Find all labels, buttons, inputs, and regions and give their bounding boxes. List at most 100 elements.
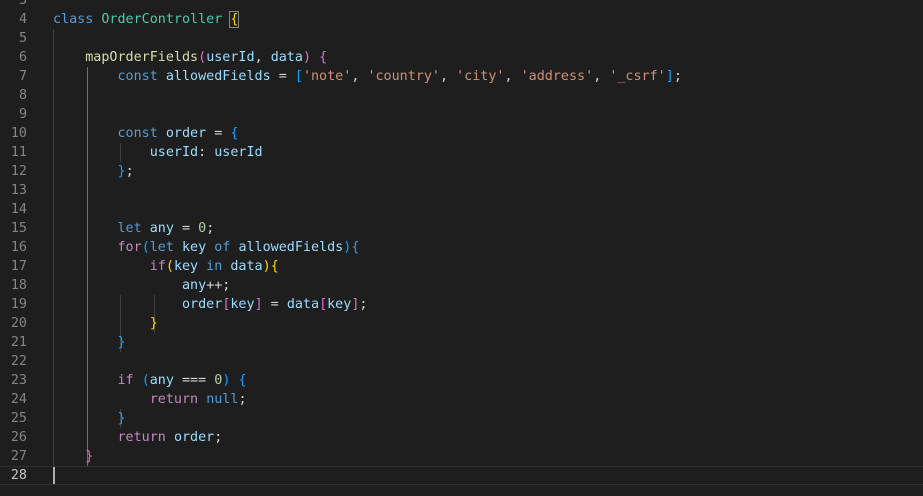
code-token: class <box>53 11 102 27</box>
code-token: any <box>149 372 174 388</box>
code-token: mapOrderFields <box>85 49 199 65</box>
code-token: userId <box>214 144 263 160</box>
code-token: '_csrf' <box>609 68 666 84</box>
code-line[interactable]: 4 class OrderController { <box>0 10 923 29</box>
code-token: = <box>262 296 287 312</box>
code-token: } <box>85 448 94 464</box>
code-token: : <box>198 144 215 160</box>
code-line[interactable]: 3 <box>0 0 923 10</box>
code-token: userId <box>206 49 255 65</box>
line-number: 24 <box>10 391 27 407</box>
code-line[interactable]: 12 }; <box>0 162 923 181</box>
code-token: { <box>230 125 239 141</box>
code-line[interactable]: 10 const order = { <box>0 124 923 143</box>
line-number: 21 <box>10 334 27 350</box>
line-number: 8 <box>18 87 27 103</box>
code-line[interactable]: 14 <box>0 200 923 219</box>
code-line[interactable]: 24 return null; <box>0 390 923 409</box>
line-number: 19 <box>10 296 27 312</box>
code-token: allowedFields <box>165 68 271 84</box>
line-code: mapOrderFields(userId, data) { <box>53 48 327 67</box>
code-token: let <box>117 220 150 236</box>
code-line[interactable]: 6 mapOrderFields(userId, data) { <box>0 48 923 67</box>
code-line[interactable]: 26 return order; <box>0 428 923 447</box>
code-line[interactable]: 20 } <box>0 314 923 333</box>
code-line[interactable]: 19 order[key] = data[key]; <box>0 295 923 314</box>
code-token: [ <box>319 296 328 312</box>
code-line[interactable]: 18 any++; <box>0 276 923 295</box>
line-code: if (any === 0) { <box>53 371 247 390</box>
code-token: data <box>286 296 320 312</box>
code-line[interactable]: 25 } <box>0 409 923 428</box>
line-number: 16 <box>10 239 27 255</box>
code-token: data <box>270 49 303 65</box>
code-token: , <box>254 49 271 65</box>
code-token: userId <box>149 144 199 160</box>
code-token: 'address' <box>520 68 594 84</box>
code-line[interactable]: 7 const allowedFields = ['note', 'countr… <box>0 67 923 86</box>
code-token: key <box>327 296 352 312</box>
code-line[interactable]: 15 let any = 0; <box>0 219 923 238</box>
code-line[interactable]: 17 if(key in data){ <box>0 257 923 276</box>
code-token: key <box>182 239 207 255</box>
code-token: , <box>504 68 521 84</box>
line-number: 23 <box>10 372 27 388</box>
code-token: allowedFields <box>238 239 344 255</box>
code-token: } <box>149 315 158 331</box>
code-line[interactable]: 13 <box>0 181 923 200</box>
code-line[interactable]: 9 <box>0 105 923 124</box>
code-token: ] <box>665 68 674 84</box>
code-line[interactable]: 11 userId: userId <box>0 143 923 162</box>
code-token: { <box>238 372 247 388</box>
code-token: = <box>206 125 231 141</box>
code-line[interactable]: 22 <box>0 352 923 371</box>
line-code: class OrderController { <box>53 10 240 29</box>
code-line[interactable]: 21 } <box>0 333 923 352</box>
code-token: 0 <box>198 220 207 236</box>
code-token: ) <box>302 49 311 65</box>
code-token: any <box>182 277 207 293</box>
code-line[interactable]: 28 <box>0 465 923 485</box>
line-code: return order; <box>53 428 223 447</box>
code-token: } <box>117 334 126 350</box>
line-number: 26 <box>10 429 27 445</box>
code-token: ( <box>165 258 174 274</box>
line-number: 10 <box>10 125 27 141</box>
code-token: 'note' <box>302 68 352 84</box>
code-token: ] <box>254 296 263 312</box>
line-code: for(let key of allowedFields){ <box>53 238 360 257</box>
code-line[interactable]: 8 <box>0 86 923 105</box>
code-line[interactable]: 27 } <box>0 447 923 466</box>
code-editor[interactable]: 3 4 class OrderController {5 6 mapOrderFiel… <box>0 0 923 496</box>
line-code: }; <box>53 162 134 181</box>
code-token: of <box>206 239 239 255</box>
line-number: 4 <box>18 11 27 27</box>
line-code: const order = { <box>53 124 239 143</box>
code-token: const <box>117 125 166 141</box>
code-token: , <box>351 68 368 84</box>
code-token: , <box>593 68 610 84</box>
code-line[interactable]: 23 if (any === 0) { <box>0 371 923 390</box>
line-code: } <box>53 333 126 352</box>
code-token: order <box>165 125 207 141</box>
line-number: 27 <box>10 448 27 464</box>
code-token: for <box>117 239 142 255</box>
code-token: ++; <box>206 277 231 293</box>
line-number: 28 <box>10 467 27 483</box>
code-line[interactable]: 5 <box>0 29 923 48</box>
code-line[interactable]: 16 for(let key of allowedFields){ <box>0 238 923 257</box>
code-token: order <box>182 296 223 312</box>
